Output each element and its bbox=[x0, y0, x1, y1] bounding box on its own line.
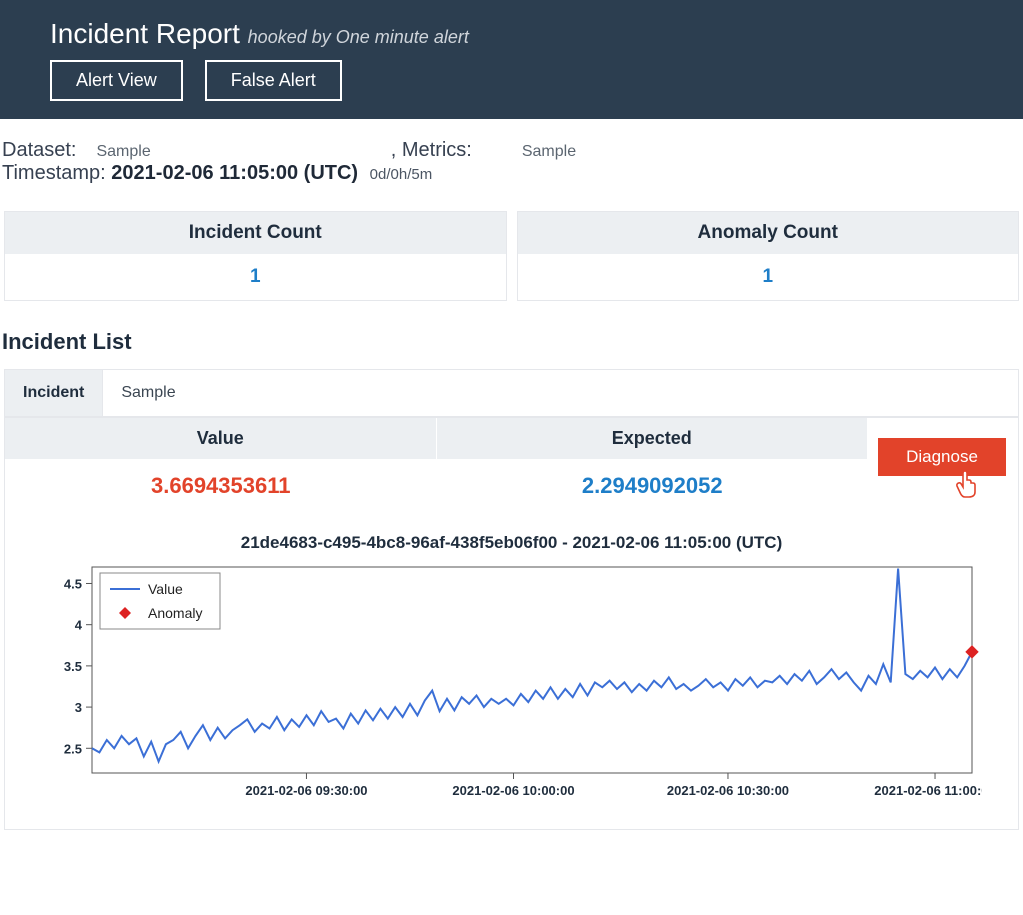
metrics-value: Sample bbox=[522, 143, 576, 161]
value-header: Value bbox=[5, 418, 437, 459]
false-alert-button[interactable]: False Alert bbox=[205, 60, 342, 101]
title-text: Incident Report bbox=[50, 18, 240, 49]
value-cell: 3.6694353611 bbox=[5, 459, 437, 513]
timestamp-label: Timestamp: bbox=[2, 162, 106, 184]
line-chart: 2.5 3 3.5 4 4.5 2021-02-06 09:30:00 2021-02-06… bbox=[42, 559, 982, 819]
alert-view-button[interactable]: Alert View bbox=[50, 60, 183, 101]
counts-row: Incident Count 1 Anomaly Count 1 bbox=[4, 211, 1019, 301]
tab-incident[interactable]: Incident bbox=[5, 370, 103, 416]
incident-sample-text: Sample bbox=[103, 370, 193, 416]
header-buttons: Alert View False Alert bbox=[50, 60, 973, 101]
timestamp-age: 0d/0h/5m bbox=[370, 166, 433, 183]
svg-text:4: 4 bbox=[74, 618, 82, 633]
incident-count-card: Incident Count 1 bbox=[4, 211, 507, 301]
expected-cell: 2.2949092052 bbox=[437, 459, 869, 513]
svg-text:2021-02-06 11:00:00: 2021-02-06 11:00:00 bbox=[874, 783, 982, 798]
svg-text:2021-02-06 09:30:00: 2021-02-06 09:30:00 bbox=[245, 783, 367, 798]
chart-title: 21de4683-c495-4bc8-96af-438f5eb06f00 - 2… bbox=[35, 533, 988, 553]
svg-text:Anomaly: Anomaly bbox=[148, 605, 202, 621]
page-header: Incident Report hooked by One minute ale… bbox=[0, 0, 1023, 119]
expected-header: Expected bbox=[437, 418, 869, 459]
incident-tabs: Incident Sample bbox=[5, 370, 1018, 417]
incident-panel: Incident Sample Value 3.6694353611 Expec… bbox=[4, 369, 1019, 830]
svg-text:2021-02-06 10:00:00: 2021-02-06 10:00:00 bbox=[452, 783, 574, 798]
svg-text:3.5: 3.5 bbox=[63, 659, 81, 674]
chart-area: 21de4683-c495-4bc8-96af-438f5eb06f00 - 2… bbox=[5, 513, 1018, 829]
anomaly-count-value: 1 bbox=[518, 254, 1019, 300]
incident-count-label: Incident Count bbox=[5, 212, 506, 254]
incident-list-title: Incident List bbox=[2, 329, 1023, 355]
value-expected-row: Value 3.6694353611 Expected 2.2949092052… bbox=[5, 417, 1018, 513]
diagnose-wrap: Diagnose bbox=[868, 418, 1018, 476]
diagnose-button[interactable]: Diagnose bbox=[878, 438, 1006, 476]
title-subtitle: hooked by One minute alert bbox=[248, 27, 469, 47]
dataset-value: Sample bbox=[96, 143, 150, 161]
anomaly-count-card: Anomaly Count 1 bbox=[517, 211, 1020, 301]
svg-text:Value: Value bbox=[148, 581, 183, 597]
svg-text:4.5: 4.5 bbox=[63, 576, 81, 591]
page-title: Incident Report hooked by One minute ale… bbox=[50, 18, 973, 50]
value-column: Value 3.6694353611 bbox=[5, 418, 437, 513]
dataset-label: Dataset: bbox=[2, 139, 76, 162]
incident-count-value: 1 bbox=[5, 254, 506, 300]
anomaly-count-label: Anomaly Count bbox=[518, 212, 1019, 254]
metadata-section: Dataset: Sample , Metrics: Sample Timest… bbox=[0, 119, 1023, 191]
metrics-label: , Metrics: bbox=[391, 139, 472, 162]
expected-column: Expected 2.2949092052 bbox=[437, 418, 869, 513]
timestamp-value: 2021-02-06 11:05:00 (UTC) bbox=[111, 162, 358, 184]
svg-text:2.5: 2.5 bbox=[63, 741, 81, 756]
svg-text:2021-02-06 10:30:00: 2021-02-06 10:30:00 bbox=[666, 783, 788, 798]
svg-text:3: 3 bbox=[74, 700, 81, 715]
